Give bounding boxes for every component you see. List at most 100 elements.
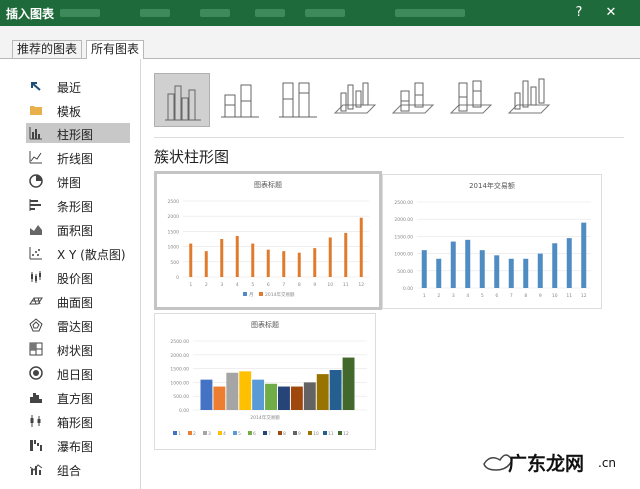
- y-tick-label: 1500.00: [394, 234, 413, 240]
- y-tick-label: 2000.00: [394, 217, 413, 223]
- bar-chart-icon: [29, 199, 41, 211]
- x-tick-label: 4: [236, 282, 239, 288]
- tab-bar: 推荐的图表 所有图表: [0, 26, 640, 59]
- nav-bar[interactable]: 条形图: [26, 195, 130, 215]
- legend-label: 9: [298, 431, 301, 437]
- nav-label: 饼图: [57, 176, 82, 190]
- legend-swatch: [188, 431, 192, 435]
- tab-recommended-charts[interactable]: 推荐的图表: [12, 40, 83, 58]
- nav-label: 直方图: [57, 392, 94, 406]
- chart-bar: [316, 374, 329, 410]
- legend-label: 2014年交易额: [265, 291, 295, 298]
- nav-pie[interactable]: 饼图: [26, 171, 130, 191]
- legend-label: 3: [208, 431, 211, 437]
- x-tick-label: 9: [539, 293, 542, 299]
- window-titlebar: 插入图表 ? ✕: [0, 0, 640, 26]
- x-tick-label: 12: [358, 282, 364, 288]
- chart-bar: [566, 238, 572, 288]
- nav-line[interactable]: 折线图: [26, 147, 130, 167]
- chart-bar: [359, 217, 363, 277]
- y-tick-label: 2500.00: [394, 200, 413, 206]
- x-tick-label: 7: [510, 293, 513, 299]
- chart-bar: [200, 379, 213, 410]
- nav-boxwhisker[interactable]: 箱形图: [26, 411, 130, 431]
- help-button[interactable]: ?: [568, 3, 590, 23]
- blurred-ribbon: [140, 9, 170, 17]
- nav-area[interactable]: 面积图: [26, 219, 130, 239]
- nav-templates[interactable]: 模板: [26, 100, 130, 120]
- chart-bar: [239, 371, 252, 410]
- chart-bar: [344, 232, 348, 277]
- subtype-3d-clustered-column[interactable]: [329, 73, 383, 125]
- nav-column[interactable]: 柱形图: [26, 123, 130, 143]
- nav-label: 面积图: [57, 224, 94, 238]
- x-tick-label: 7: [282, 282, 285, 288]
- legend-swatch: [323, 431, 327, 435]
- y-tick-label: 500.00: [173, 394, 189, 400]
- nav-label: 组合: [57, 464, 82, 478]
- preview-chart: 2500.00 2000.00 1500.00 1000.00 500.00 0.00 20…: [170, 339, 367, 437]
- dialog-title: 插入图表: [6, 7, 55, 21]
- stacked-column-icon: [221, 84, 259, 118]
- legend-label: 10: [313, 431, 319, 437]
- nav-scatter[interactable]: X Y (散点图): [26, 243, 130, 263]
- nav-label: 模板: [57, 105, 82, 119]
- nav-label: 箱形图: [57, 416, 94, 430]
- legend-swatch: [173, 431, 177, 435]
- chart-preview-2[interactable]: 2014年交易额 2500.00 2000.00 1500.00 1000.00 500…: [382, 174, 602, 309]
- chart-preview-1[interactable]: 图表标题 2500 2000 1500 1000 500 0 1 2 3 4 5 6 7 8 9 10 11 12…: [154, 171, 382, 310]
- legend-label: 6: [253, 431, 256, 437]
- x-tick-label: 5: [251, 282, 254, 288]
- chart-bar: [552, 243, 558, 288]
- nav-histogram[interactable]: 直方图: [26, 387, 130, 407]
- nav-combo[interactable]: 组合: [26, 459, 130, 479]
- x-tick-label: 1: [189, 282, 192, 288]
- chart-bar: [494, 255, 500, 288]
- legend-label: 8: [283, 431, 286, 437]
- legend-swatch: [243, 292, 247, 296]
- combo-chart-icon: [29, 464, 43, 475]
- recent-icon: [31, 82, 41, 91]
- folder-icon: [30, 106, 42, 115]
- blurred-ribbon: [395, 9, 465, 17]
- x-tick-label: 5: [481, 293, 484, 299]
- nav-sunburst[interactable]: 旭日图: [26, 363, 130, 383]
- legend-swatch: [203, 431, 207, 435]
- legend-label: 7: [268, 431, 271, 437]
- nav-treemap[interactable]: 树状图: [26, 339, 130, 359]
- y-tick-label: 1000.00: [170, 380, 189, 386]
- area-chart-icon: [30, 225, 42, 235]
- histogram-chart-icon: [30, 393, 42, 403]
- nav-surface[interactable]: 曲面图: [26, 291, 130, 311]
- chart-bar: [436, 258, 442, 288]
- subtype-3d-stacked-column[interactable]: [387, 73, 441, 125]
- subtype-stacked-column[interactable]: [213, 73, 267, 125]
- nav-label: 最近: [57, 81, 82, 95]
- legend-label: 11: [328, 431, 334, 437]
- subtype-100-stacked-column[interactable]: [271, 73, 325, 125]
- nav-waterfall[interactable]: 瀑布图: [26, 435, 130, 455]
- nav-recent[interactable]: 最近: [26, 76, 130, 96]
- close-button[interactable]: ✕: [600, 3, 622, 23]
- legend-label: 2: [193, 431, 196, 437]
- nav-stock[interactable]: 股价图: [26, 267, 130, 287]
- 100-stacked-column-icon: [279, 82, 317, 118]
- chart-bar: [290, 386, 303, 410]
- subtype-3d-column[interactable]: [503, 73, 557, 125]
- x-tick-label: 1: [423, 293, 426, 299]
- y-tick-label: 1000: [168, 245, 180, 251]
- nav-label: 折线图: [57, 152, 94, 166]
- chart-bar: [421, 250, 427, 288]
- subtype-clustered-column[interactable]: [154, 73, 210, 127]
- subtype-3d-100-stacked-column[interactable]: [445, 73, 499, 125]
- tab-all-charts[interactable]: 所有图表: [86, 40, 145, 59]
- chart-bar: [313, 248, 317, 277]
- chart-bar: [450, 241, 456, 288]
- nav-radar[interactable]: 雷达图: [26, 315, 130, 335]
- sunburst-chart-icon: [29, 366, 43, 380]
- chart-preview-3[interactable]: 图表标题 2500.00 2000.00 1500.00 1000.00 500.00 0…: [154, 313, 376, 450]
- x-tick-label: 2: [205, 282, 208, 288]
- x-tick-label: 8: [298, 282, 301, 288]
- waterfall-chart-icon: [30, 440, 42, 451]
- y-tick-label: 2000: [168, 214, 180, 220]
